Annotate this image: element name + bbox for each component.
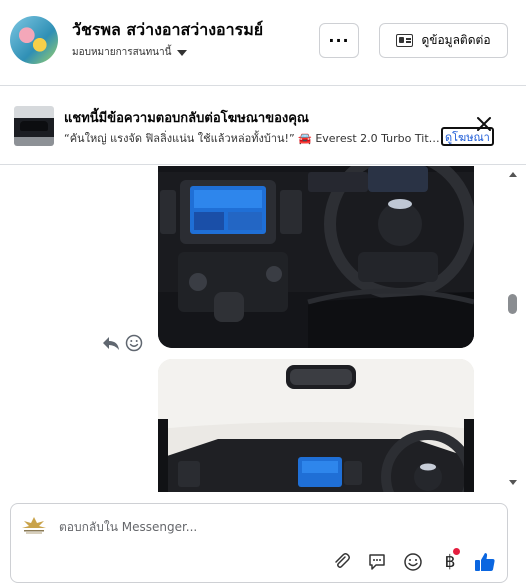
- message-photo-interior[interactable]: [158, 359, 474, 492]
- view-contact-button[interactable]: ดูข้อมูลติดต่อ: [379, 23, 508, 58]
- contact-avatar[interactable]: [10, 16, 58, 64]
- baht-icon: ฿: [444, 552, 456, 572]
- thumbs-up-icon: [475, 553, 495, 571]
- contact-name[interactable]: วัชรพล สว่างอาสว่างอารมย์: [72, 18, 263, 43]
- scroll-up-arrow-icon[interactable]: [509, 172, 517, 177]
- message-photo-dashboard[interactable]: [158, 166, 474, 348]
- scroll-thumb[interactable]: [508, 294, 517, 314]
- page-logo-icon: [22, 517, 46, 534]
- emoji-button[interactable]: [402, 551, 424, 573]
- attach-file-button[interactable]: [331, 551, 353, 573]
- view-contact-label: ดูข้อมูลติดต่อ: [421, 33, 491, 47]
- reply-input[interactable]: [59, 518, 359, 536]
- emoji-icon: [404, 553, 422, 571]
- assign-label: มอบหมายการสนทนานี้: [72, 47, 172, 58]
- id-card-icon: [396, 34, 414, 47]
- ellipsis-icon: ···: [328, 31, 350, 50]
- caret-down-icon: [177, 49, 188, 56]
- smiley-icon[interactable]: [125, 334, 143, 352]
- like-button[interactable]: [474, 551, 496, 573]
- reply-icon[interactable]: [102, 334, 120, 352]
- message-composer: ฿: [10, 503, 508, 583]
- assign-conversation-dropdown[interactable]: มอบหมายการสนทนานี้: [72, 45, 188, 60]
- conversation-header: วัชรพล สว่างอาสว่างอารมย์ มอบหมายการสนทน…: [0, 0, 526, 86]
- speech-bubble-icon: [369, 554, 385, 570]
- view-ad-link[interactable]: ดูโฆษณา: [441, 127, 494, 146]
- paperclip-icon: [335, 553, 350, 568]
- ad-thumbnail: [14, 106, 54, 146]
- ad-banner-title: แชทนี้มีข้อความตอบกลับต่อโฆษณาของคุณ: [64, 111, 309, 126]
- ad-reply-banner: แชทนี้มีข้อความตอบกลับต่อโฆษณาของคุณ “คั…: [0, 87, 526, 165]
- payment-button[interactable]: ฿: [439, 548, 461, 573]
- conversation-window: วัชรพล สว่างอาสว่างอารมย์ มอบหมายการสนทน…: [0, 0, 526, 586]
- thread-scrollbar[interactable]: [506, 166, 520, 492]
- ad-banner-quote: “คันใหญ่ แรงจัด ฟิลลิ่งแน่น ใช้แล้วหล่อท…: [64, 132, 440, 145]
- notification-dot: [453, 548, 460, 555]
- more-options-button[interactable]: ···: [319, 23, 359, 58]
- message-thread: [0, 166, 526, 492]
- scroll-down-arrow-icon[interactable]: [509, 480, 517, 485]
- saved-replies-button[interactable]: [366, 551, 388, 573]
